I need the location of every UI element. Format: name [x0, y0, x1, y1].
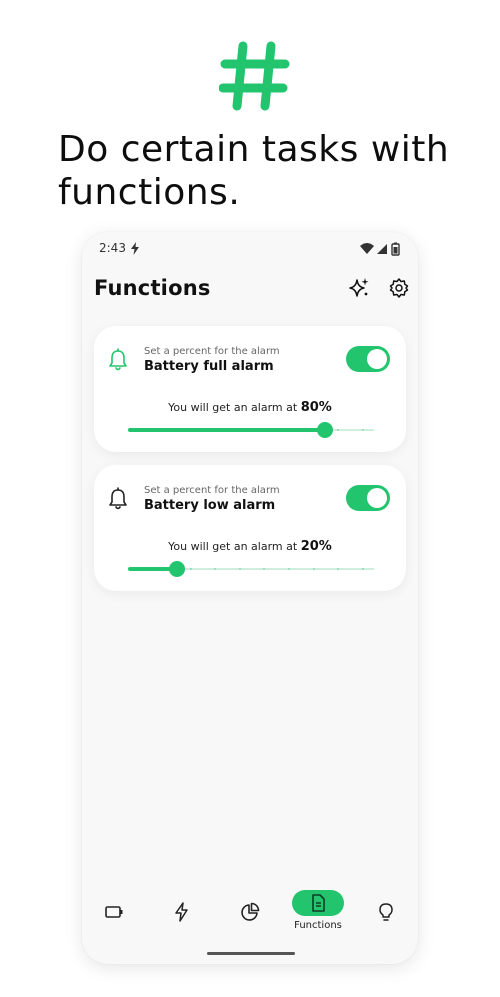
- lightbulb-icon: [379, 903, 393, 921]
- headline: Do certain tasks with functions.: [58, 129, 450, 213]
- alarm-text-label: You will get an alarm at: [168, 540, 298, 553]
- pie-chart-icon: [241, 902, 260, 921]
- toggle-knob: [367, 488, 387, 508]
- battery-low-alarm-card: Set a percent for the alarm Battery low …: [94, 465, 406, 591]
- slider-thumb[interactable]: [316, 422, 333, 438]
- slider-tick: [287, 568, 290, 570]
- home-indicator: [207, 952, 295, 955]
- card-title: Battery low alarm: [144, 498, 276, 513]
- nav-item-tips[interactable]: [358, 880, 414, 934]
- signal-icon: [377, 244, 387, 254]
- slider-tick: [312, 568, 315, 570]
- percent-slider[interactable]: [128, 422, 374, 438]
- nav-item-functions[interactable]: Functions: [290, 880, 346, 934]
- nav-label-functions: Functions: [294, 920, 342, 931]
- card-title: Battery full alarm: [144, 359, 274, 374]
- bell-icon: [109, 487, 127, 510]
- lightning-icon: [175, 902, 188, 922]
- card-hint: Set a percent for the alarm: [144, 485, 280, 496]
- phone-screen: 2:43 Functions Set a percent for the ala…: [82, 232, 418, 964]
- bottom-nav: Functions: [82, 880, 418, 940]
- system-icons: [360, 242, 400, 256]
- bolt-icon: [131, 242, 139, 255]
- slider-tick: [238, 568, 241, 570]
- nav-item-stats[interactable]: [222, 880, 278, 934]
- battery-full-alarm-card: Set a percent for the alarm Battery full…: [94, 326, 406, 452]
- nav-item-charge[interactable]: [154, 880, 210, 934]
- alarm-text-label: You will get an alarm at: [168, 401, 298, 414]
- wifi-icon: [360, 243, 374, 254]
- alarm-text: You will get an alarm at 80%: [94, 400, 406, 415]
- slider-thumb[interactable]: [169, 561, 186, 577]
- alarm-percent: 80%: [300, 400, 332, 415]
- bell-icon: [109, 348, 127, 371]
- page-title: Functions: [94, 276, 211, 300]
- alarm-toggle[interactable]: [346, 485, 390, 511]
- battery-outline-icon: [105, 906, 123, 918]
- card-hint: Set a percent for the alarm: [144, 346, 280, 357]
- gear-icon[interactable]: [388, 277, 410, 299]
- alarm-text: You will get an alarm at 20%: [94, 539, 406, 554]
- toggle-knob: [367, 349, 387, 369]
- slider-tick: [361, 568, 364, 570]
- percent-slider[interactable]: [128, 561, 374, 577]
- slider-tick: [361, 429, 364, 431]
- slider-fill: [128, 428, 325, 432]
- nav-item-battery[interactable]: [86, 880, 142, 934]
- status-time: 2:43: [99, 241, 126, 255]
- status-bar: 2:43: [82, 232, 418, 266]
- alarm-toggle[interactable]: [346, 346, 390, 372]
- alarm-percent: 20%: [300, 539, 332, 554]
- sparkle-icon[interactable]: [348, 277, 370, 299]
- slider-tick: [189, 568, 192, 570]
- hash-icon: [219, 41, 290, 111]
- document-icon: [312, 894, 325, 912]
